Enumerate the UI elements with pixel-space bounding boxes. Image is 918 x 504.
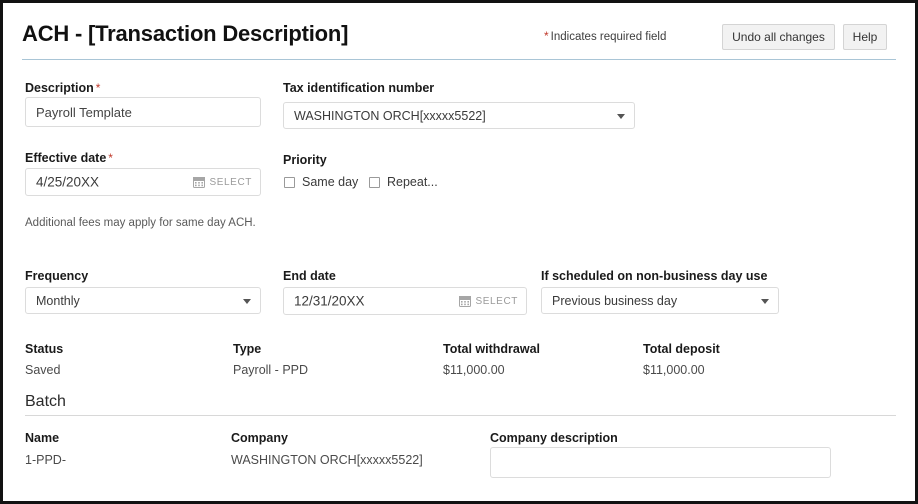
batch-name-value: 1-PPD- xyxy=(25,453,66,467)
help-button[interactable]: Help xyxy=(843,24,887,50)
required-field-note: *Indicates required field xyxy=(544,29,666,43)
effective-date-value: 4/25/20XX xyxy=(36,175,99,190)
tax-identification-number-label: Tax identification number xyxy=(283,81,434,95)
repeat-checkbox-label: Repeat... xyxy=(387,175,438,189)
repeat-checkbox[interactable]: Repeat... xyxy=(369,175,438,189)
ach-transaction-screen: ACH - [Transaction Description] *Indicat… xyxy=(0,0,918,504)
company-description-label: Company description xyxy=(490,431,618,445)
chevron-down-icon xyxy=(617,114,625,119)
frequency-label: Frequency xyxy=(25,269,88,283)
same-day-checkbox-label: Same day xyxy=(302,175,358,189)
priority-label: Priority xyxy=(283,153,327,167)
total-withdrawal-value: $11,000.00 xyxy=(443,363,505,377)
batch-section-divider xyxy=(25,415,896,416)
effective-date-select-label: SELECT xyxy=(209,177,252,188)
status-value: Saved xyxy=(25,363,60,377)
end-date-value: 12/31/20XX xyxy=(294,294,365,309)
total-deposit-label: Total deposit xyxy=(643,342,720,356)
frequency-select[interactable]: Monthly xyxy=(25,287,261,314)
page-title: ACH - [Transaction Description] xyxy=(22,21,348,47)
same-day-checkbox-box xyxy=(284,177,295,188)
non-business-day-select[interactable]: Previous business day xyxy=(541,287,779,314)
frequency-selected-value: Monthly xyxy=(36,294,80,308)
chevron-down-icon xyxy=(243,299,251,304)
type-value: Payroll - PPD xyxy=(233,363,308,377)
type-label: Type xyxy=(233,342,261,356)
effective-date-label: Effective date* xyxy=(25,151,113,165)
company-description-input[interactable] xyxy=(490,447,831,478)
calendar-icon xyxy=(459,295,471,307)
header-divider xyxy=(22,59,896,60)
effective-date-select-button[interactable]: SELECT xyxy=(193,176,252,188)
status-label: Status xyxy=(25,342,63,356)
batch-name-label: Name xyxy=(25,431,59,445)
end-date-select-label: SELECT xyxy=(475,296,518,307)
required-asterisk-icon: * xyxy=(544,29,549,43)
repeat-checkbox-box xyxy=(369,177,380,188)
page-header: ACH - [Transaction Description] *Indicat… xyxy=(3,3,915,57)
tax-identification-number-select[interactable]: WASHINGTON ORCH[xxxxx5522] xyxy=(283,102,635,129)
total-deposit-value: $11,000.00 xyxy=(643,363,705,377)
page-body: ACH - [Transaction Description] *Indicat… xyxy=(3,3,915,501)
chevron-down-icon xyxy=(761,299,769,304)
total-withdrawal-label: Total withdrawal xyxy=(443,342,540,356)
end-date-field: 12/31/20XX SELECT xyxy=(283,287,527,315)
undo-all-changes-button[interactable]: Undo all changes xyxy=(722,24,835,50)
non-business-day-selected-value: Previous business day xyxy=(552,294,677,308)
description-input[interactable]: Payroll Template xyxy=(25,97,261,127)
effective-date-field: 4/25/20XX SELECT xyxy=(25,168,261,196)
end-date-label: End date xyxy=(283,269,336,283)
description-label: Description* xyxy=(25,81,100,95)
batch-company-value: WASHINGTON ORCH[xxxxx5522] xyxy=(231,453,423,467)
end-date-select-button[interactable]: SELECT xyxy=(459,295,518,307)
non-business-day-label: If scheduled on non-business day use xyxy=(541,269,767,283)
batch-company-label: Company xyxy=(231,431,288,445)
calendar-icon xyxy=(193,176,205,188)
same-day-checkbox[interactable]: Same day xyxy=(284,175,358,189)
tax-id-selected-value: WASHINGTON ORCH[xxxxx5522] xyxy=(294,109,486,123)
batch-section-title: Batch xyxy=(25,393,66,411)
required-note-text: Indicates required field xyxy=(551,31,667,43)
same-day-fee-note: Additional fees may apply for same day A… xyxy=(25,215,270,231)
